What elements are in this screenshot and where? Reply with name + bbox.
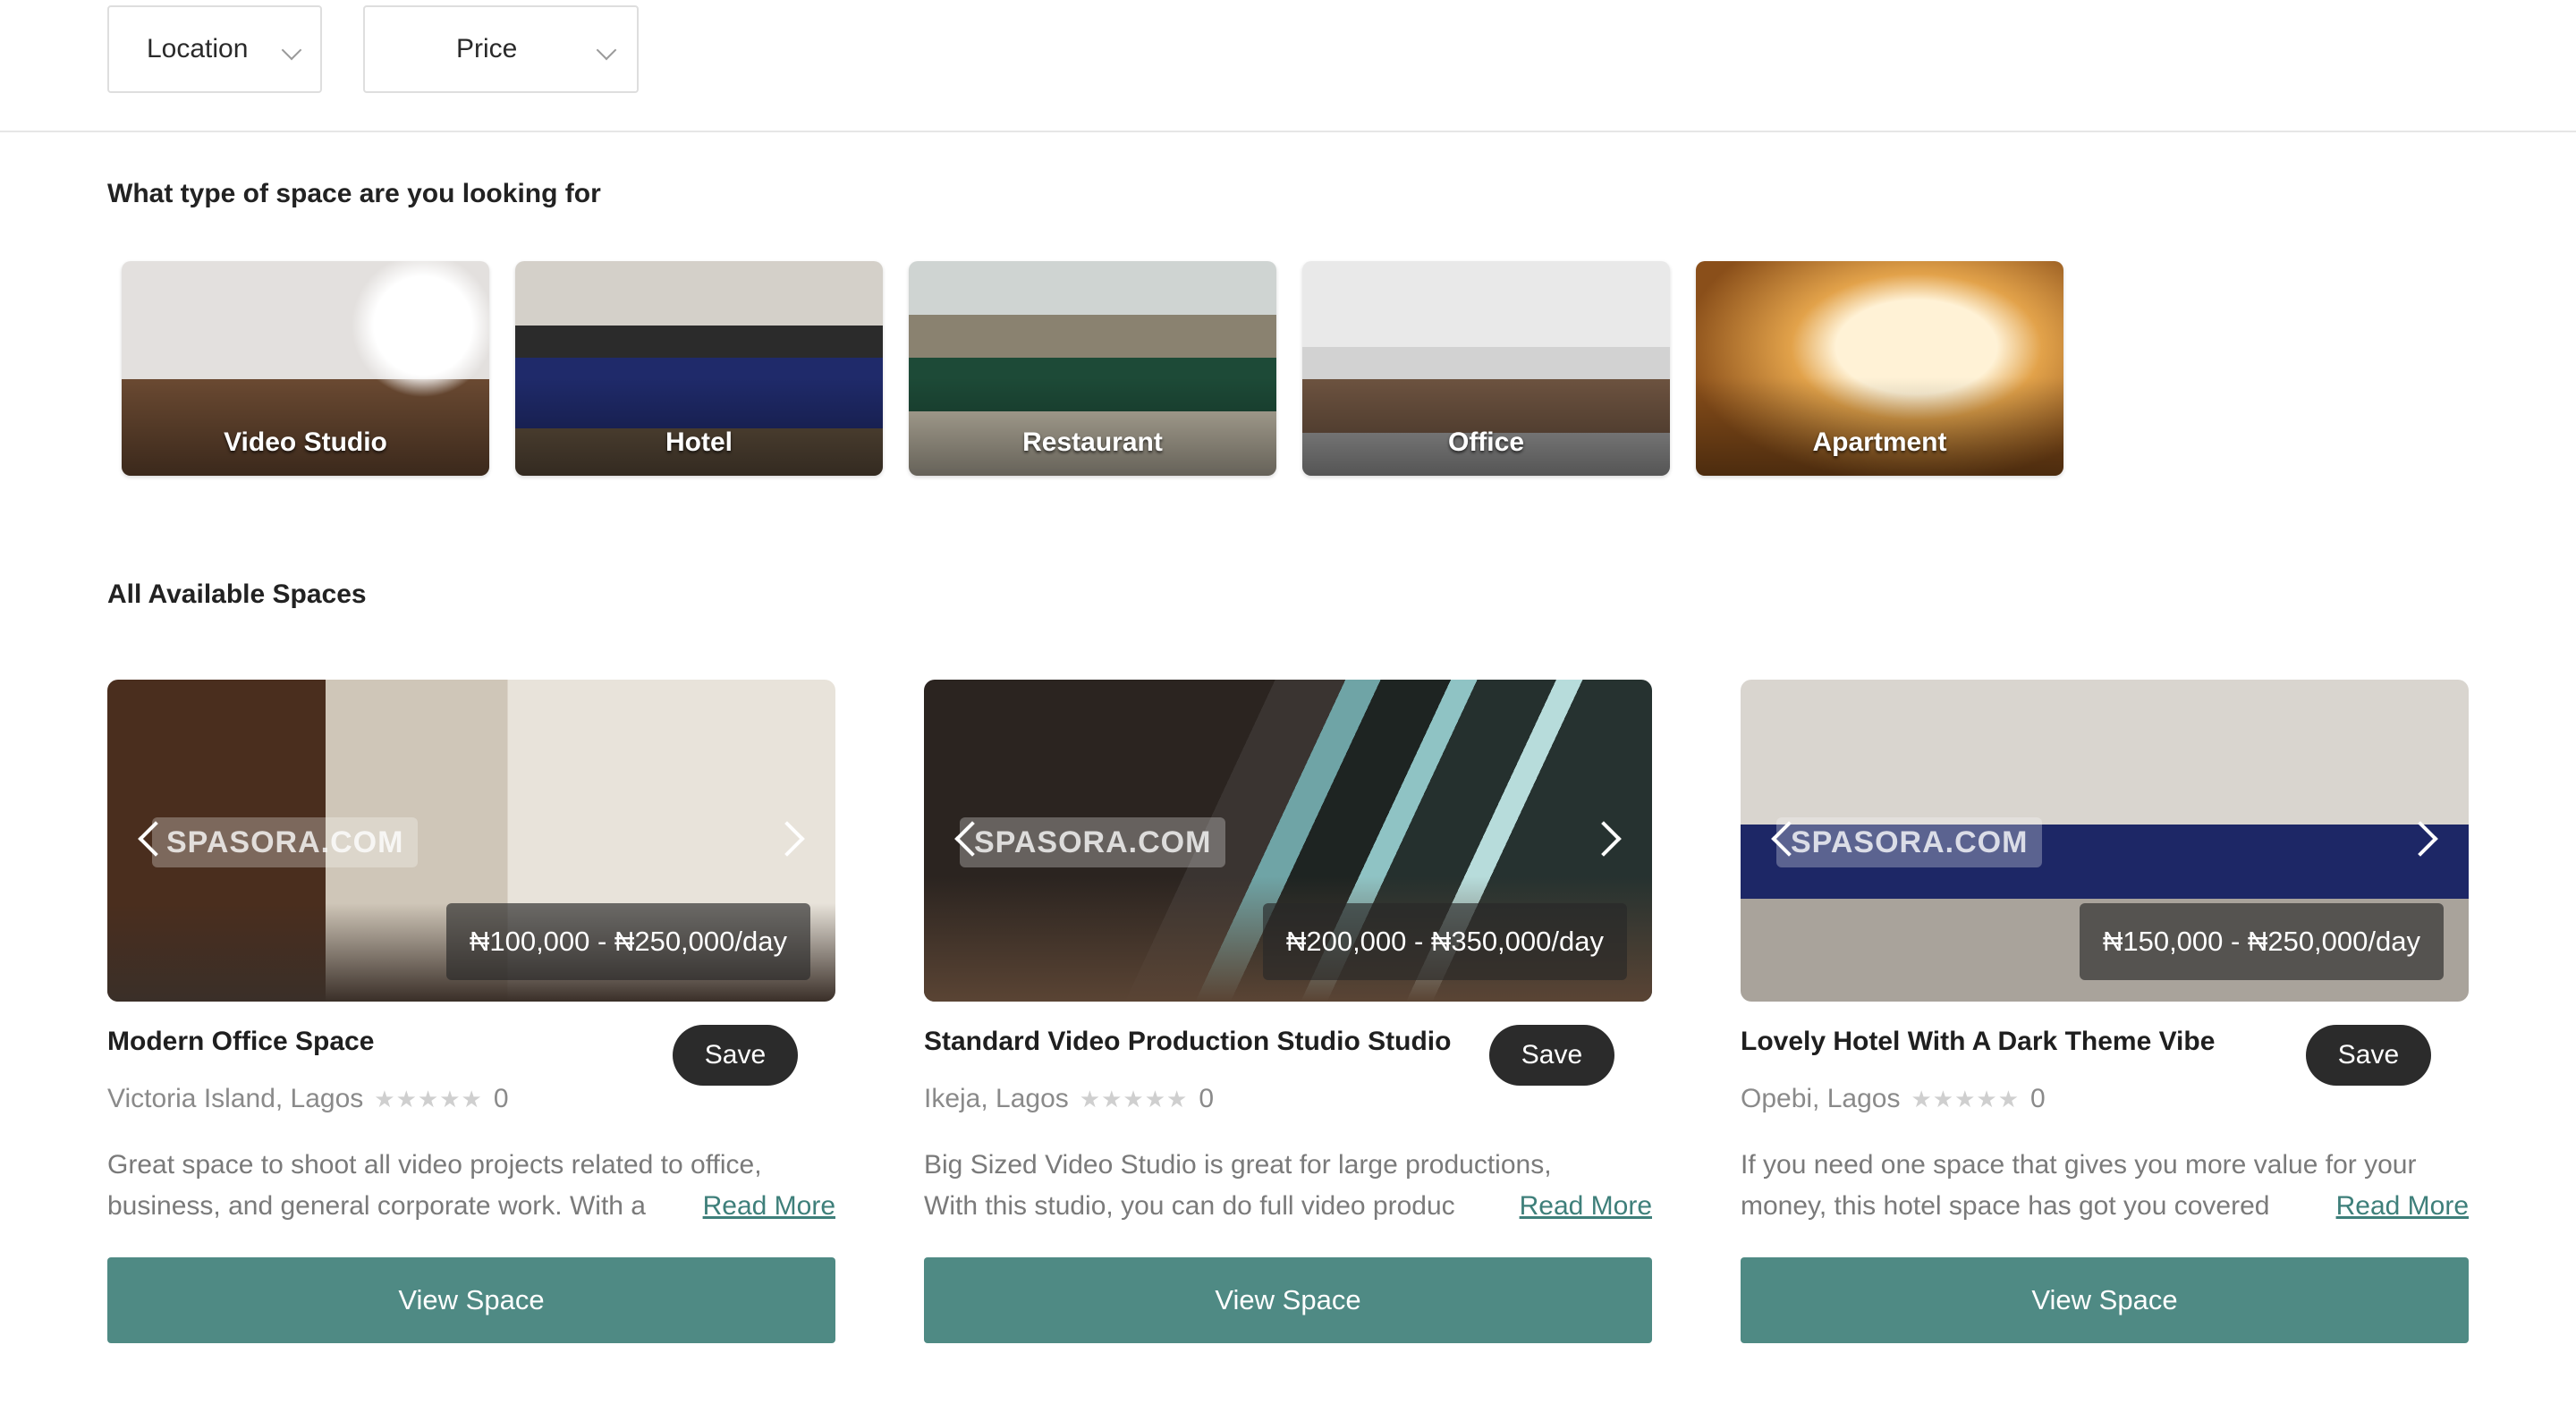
available-spaces-heading: All Available Spaces bbox=[107, 579, 367, 609]
type-card-label: Hotel bbox=[665, 427, 733, 457]
space-title[interactable]: Lovely Hotel With A Dark Theme Vibe bbox=[1741, 1027, 2295, 1057]
star-rating-icon: ★★★★★ bbox=[374, 1085, 483, 1112]
watermark: SPASORA.COM bbox=[960, 817, 1226, 867]
space-description: Great space to shoot all video projects … bbox=[107, 1145, 835, 1227]
type-card-label: Restaurant bbox=[1022, 427, 1163, 457]
space-card: SPASORA.COM ₦100,000 - ₦250,000/day Mode… bbox=[107, 680, 835, 1350]
rating-count: 0 bbox=[493, 1084, 509, 1113]
space-meta: Opebi, Lagos ★★★★★ 0 bbox=[1741, 1084, 2046, 1114]
description-line: money, this hotel space has got you cove… bbox=[1741, 1191, 2270, 1221]
space-card: SPASORA.COM ₦150,000 - ₦250,000/day Love… bbox=[1741, 680, 2469, 1350]
description-line: Big Sized Video Studio is great for larg… bbox=[924, 1150, 1552, 1180]
space-title[interactable]: Modern Office Space bbox=[107, 1027, 662, 1057]
filter-bar: Location Price bbox=[0, 0, 2576, 132]
description-line: With this studio, you can do full video … bbox=[924, 1191, 1455, 1221]
star-rating-icon: ★★★★★ bbox=[1911, 1085, 2021, 1112]
price-badge: ₦200,000 - ₦350,000/day bbox=[1262, 903, 1627, 980]
type-card-label: Office bbox=[1447, 427, 1525, 457]
chevron-down-icon bbox=[596, 39, 617, 61]
space-location: Opebi, Lagos bbox=[1741, 1084, 1901, 1113]
type-card-hotel[interactable]: Hotel bbox=[515, 261, 883, 476]
price-filter-dropdown[interactable]: Price bbox=[363, 5, 639, 93]
space-meta: Victoria Island, Lagos ★★★★★ 0 bbox=[107, 1084, 509, 1114]
read-more-link[interactable]: Read More bbox=[1520, 1186, 1652, 1227]
space-location: Victoria Island, Lagos bbox=[107, 1084, 364, 1113]
price-badge: ₦150,000 - ₦250,000/day bbox=[2079, 903, 2444, 980]
type-card-office[interactable]: Office bbox=[1302, 261, 1670, 476]
star-rating-icon: ★★★★★ bbox=[1079, 1085, 1189, 1112]
space-description: Big Sized Video Studio is great for larg… bbox=[924, 1145, 1652, 1227]
save-button[interactable]: Save bbox=[673, 1025, 798, 1086]
save-button[interactable]: Save bbox=[2306, 1025, 2431, 1086]
space-photo-carousel[interactable]: SPASORA.COM ₦150,000 - ₦250,000/day bbox=[1741, 680, 2469, 1002]
space-meta: Ikeja, Lagos ★★★★★ 0 bbox=[924, 1084, 1214, 1114]
type-card-label: Apartment bbox=[1812, 427, 1947, 457]
view-space-button[interactable]: View Space bbox=[924, 1257, 1652, 1343]
space-card: SPASORA.COM ₦200,000 - ₦350,000/day Stan… bbox=[924, 680, 1652, 1350]
view-space-button[interactable]: View Space bbox=[107, 1257, 835, 1343]
rating-count: 0 bbox=[1199, 1084, 1215, 1113]
watermark: SPASORA.COM bbox=[1776, 817, 2043, 867]
type-card-apartment[interactable]: Apartment bbox=[1696, 261, 2063, 476]
view-space-button[interactable]: View Space bbox=[1741, 1257, 2469, 1343]
location-filter-label: Location bbox=[147, 34, 249, 63]
description-line: If you need one space that gives you mor… bbox=[1741, 1150, 2417, 1180]
type-card-restaurant[interactable]: Restaurant bbox=[909, 261, 1276, 476]
space-photo-carousel[interactable]: SPASORA.COM ₦100,000 - ₦250,000/day bbox=[107, 680, 835, 1002]
price-badge: ₦100,000 - ₦250,000/day bbox=[445, 903, 810, 980]
space-title[interactable]: Standard Video Production Studio Studio bbox=[924, 1027, 1479, 1057]
type-card-label: Video Studio bbox=[224, 427, 387, 457]
read-more-link[interactable]: Read More bbox=[703, 1186, 835, 1227]
space-description: If you need one space that gives you mor… bbox=[1741, 1145, 2469, 1227]
type-card-video-studio[interactable]: Video Studio bbox=[122, 261, 489, 476]
space-location: Ikeja, Lagos bbox=[924, 1084, 1069, 1113]
description-line: Great space to shoot all video projects … bbox=[107, 1150, 762, 1180]
watermark: SPASORA.COM bbox=[152, 817, 419, 867]
location-filter-dropdown[interactable]: Location bbox=[107, 5, 322, 93]
description-line: business, and general corporate work. Wi… bbox=[107, 1191, 646, 1221]
save-button[interactable]: Save bbox=[1489, 1025, 1614, 1086]
space-types-heading: What type of space are you looking for bbox=[107, 179, 601, 208]
price-filter-label: Price bbox=[456, 34, 518, 63]
space-photo-carousel[interactable]: SPASORA.COM ₦200,000 - ₦350,000/day bbox=[924, 680, 1652, 1002]
rating-count: 0 bbox=[2030, 1084, 2046, 1113]
chevron-down-icon bbox=[281, 39, 302, 61]
read-more-link[interactable]: Read More bbox=[2336, 1186, 2469, 1227]
